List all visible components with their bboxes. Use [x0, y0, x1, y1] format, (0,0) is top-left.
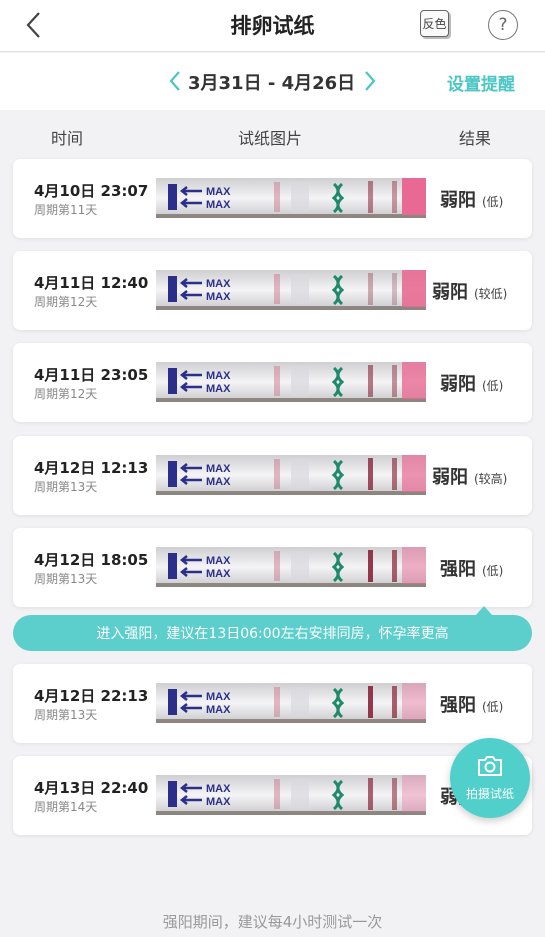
- test-record-card[interactable]: 4月12日 12:13 周期第13天 MAX MAX 弱阳 (较高): [13, 436, 532, 515]
- strip-max-label: MAX: [206, 796, 231, 808]
- test-strip-image: MAX MAX: [156, 547, 426, 587]
- capture-strip-button[interactable]: 拍摄试纸: [450, 738, 530, 818]
- strip-max-label: MAX: [206, 476, 231, 488]
- record-result: 弱阳 (较高): [432, 463, 507, 489]
- record-cycle-day: 周期第14天: [34, 800, 98, 814]
- strip-max-label: MAX: [206, 463, 231, 475]
- back-arrow-icon[interactable]: [22, 9, 46, 41]
- strip-max-label: MAX: [206, 291, 231, 303]
- banner-pointer: [475, 606, 493, 616]
- record-datetime: 4月12日 12:13: [34, 459, 149, 477]
- test-record-card[interactable]: 4月12日 18:05 周期第13天 MAX MAX 强阳 (低): [13, 528, 532, 607]
- record-cycle-day: 周期第12天: [34, 295, 98, 309]
- date-range-label: 3月31日 - 4月26日: [188, 73, 356, 94]
- record-cycle-day: 周期第13天: [34, 708, 98, 722]
- test-strip-image: MAX MAX: [156, 683, 426, 723]
- camera-icon: [478, 756, 502, 776]
- date-range-bar: 3月31日 - 4月26日 设置提醒: [0, 53, 545, 110]
- test-record-card[interactable]: 4月11日 23:05 周期第12天 MAX MAX 弱阳 (低): [13, 343, 532, 422]
- record-cycle-day: 周期第11天: [34, 203, 98, 217]
- invert-color-button[interactable]: 反色: [420, 10, 449, 37]
- help-icon[interactable]: ?: [488, 10, 518, 40]
- result-status: 弱阳: [432, 282, 468, 303]
- column-header-time: 时间: [51, 129, 84, 148]
- record-result: 弱阳 (低): [440, 370, 503, 396]
- record-datetime: 4月10日 23:07: [34, 182, 149, 200]
- strip-max-label: MAX: [206, 704, 231, 716]
- top-nav-bar: 排卵试纸 反色 ?: [0, 0, 545, 52]
- record-datetime: 4月11日 12:40: [34, 274, 149, 292]
- result-status: 强阳: [440, 695, 476, 716]
- record-result: 弱阳 (低): [440, 186, 503, 212]
- test-record-card[interactable]: 4月12日 22:13 周期第13天 MAX MAX 强阳 (低): [13, 664, 532, 743]
- test-strip-image: MAX MAX: [156, 455, 426, 495]
- column-header-image: 试纸图片: [238, 129, 303, 148]
- prev-period-chevron-icon[interactable]: [168, 70, 182, 92]
- next-period-chevron-icon[interactable]: [363, 70, 377, 92]
- strip-max-label: MAX: [206, 691, 231, 703]
- test-strip-image: MAX MAX: [156, 270, 426, 310]
- result-level: (低): [482, 379, 504, 393]
- result-level: (低): [482, 700, 504, 714]
- strip-max-label: MAX: [206, 199, 231, 211]
- record-datetime: 4月13日 22:40: [34, 779, 149, 797]
- record-datetime: 4月11日 23:05: [34, 366, 149, 384]
- advice-banner: 进入强阳，建议在13日06:00左右安排同房，怀孕率更高: [13, 606, 532, 651]
- footer-hint: 强阳期间，建议每4小时测试一次: [162, 913, 383, 931]
- test-record-card[interactable]: 4月10日 23:07 周期第11天 MAX MAX 弱阳 (低): [13, 159, 532, 238]
- strip-max-label: MAX: [206, 186, 231, 198]
- record-cycle-day: 周期第13天: [34, 572, 98, 586]
- result-level: (较高): [474, 472, 508, 486]
- test-strip-image: MAX MAX: [156, 775, 426, 815]
- strip-max-label: MAX: [206, 783, 231, 795]
- advice-text: 进入强阳，建议在13日06:00左右安排同房，怀孕率更高: [96, 626, 449, 642]
- page-title: 排卵试纸: [230, 14, 315, 38]
- column-header-result: 结果: [459, 129, 492, 148]
- strip-max-label: MAX: [206, 383, 231, 395]
- record-datetime: 4月12日 22:13: [34, 687, 149, 705]
- result-status: 弱阳: [440, 190, 476, 211]
- record-cycle-day: 周期第12天: [34, 387, 98, 401]
- strip-max-label: MAX: [206, 278, 231, 290]
- result-level: (低): [482, 195, 504, 209]
- strip-max-label: MAX: [206, 568, 231, 580]
- result-level: (低): [482, 564, 504, 578]
- result-status: 强阳: [440, 559, 476, 580]
- record-datetime: 4月12日 18:05: [34, 551, 149, 569]
- result-level: (较低): [474, 287, 508, 301]
- record-result: 强阳 (低): [440, 691, 503, 717]
- strip-max-label: MAX: [206, 370, 231, 382]
- record-cycle-day: 周期第13天: [34, 480, 98, 494]
- capture-strip-label: 拍摄试纸: [465, 787, 514, 801]
- strip-max-label: MAX: [206, 555, 231, 567]
- set-reminder-link[interactable]: 设置提醒: [447, 70, 515, 95]
- record-result: 弱阳 (较低): [432, 278, 507, 304]
- result-status: 弱阳: [440, 374, 476, 395]
- test-record-card[interactable]: 4月11日 12:40 周期第12天 MAX MAX 弱阳 (较低): [13, 251, 532, 330]
- result-status: 弱阳: [432, 467, 468, 488]
- record-result: 强阳 (低): [440, 555, 503, 581]
- test-strip-image: MAX MAX: [156, 362, 426, 402]
- test-strip-image: MAX MAX: [156, 178, 426, 218]
